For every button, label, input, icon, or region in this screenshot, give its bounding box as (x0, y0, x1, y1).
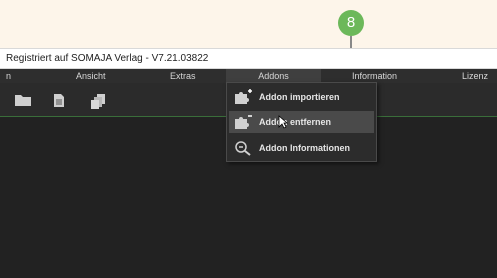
menu-item-file[interactable]: n (6, 69, 11, 83)
menu-item-information[interactable]: Information (352, 69, 397, 83)
window-title: Registriert auf SOMAJA Verlag - V7.21.03… (6, 53, 209, 64)
menu-label: Addon Informationen (259, 143, 350, 153)
menu-item-ansicht[interactable]: Ansicht (76, 69, 106, 83)
puzzle-remove-icon (233, 114, 253, 132)
mouse-cursor-icon (278, 115, 289, 134)
menu-item-lizenz[interactable]: Lizenz (462, 69, 488, 83)
menu-addon-informationen[interactable]: Addon Informationen (229, 137, 374, 159)
menu-label: Addon entfernen (259, 117, 331, 127)
menu-addon-entfernen[interactable]: Addon entfernen (229, 111, 374, 133)
folder-icon[interactable] (14, 93, 32, 112)
step-badge: 8 (338, 10, 364, 36)
menu-bar: n Ansicht Extras Addons Information Lize… (0, 69, 497, 83)
menu-addon-importieren[interactable]: Addon importieren (229, 86, 374, 108)
title-bar: Registriert auf SOMAJA Verlag - V7.21.03… (0, 48, 497, 69)
menu-label: Addon importieren (259, 92, 340, 102)
menu-item-addons[interactable]: Addons (226, 69, 321, 83)
instruction-background (0, 0, 497, 48)
addon-info-icon (233, 140, 253, 158)
menu-item-extras[interactable]: Extras (170, 69, 196, 83)
document-icon[interactable] (52, 93, 66, 113)
puzzle-add-icon (233, 89, 253, 107)
copy-icon[interactable] (90, 93, 108, 115)
addons-dropdown: Addon importieren Addon entfernen Addon … (226, 82, 377, 162)
